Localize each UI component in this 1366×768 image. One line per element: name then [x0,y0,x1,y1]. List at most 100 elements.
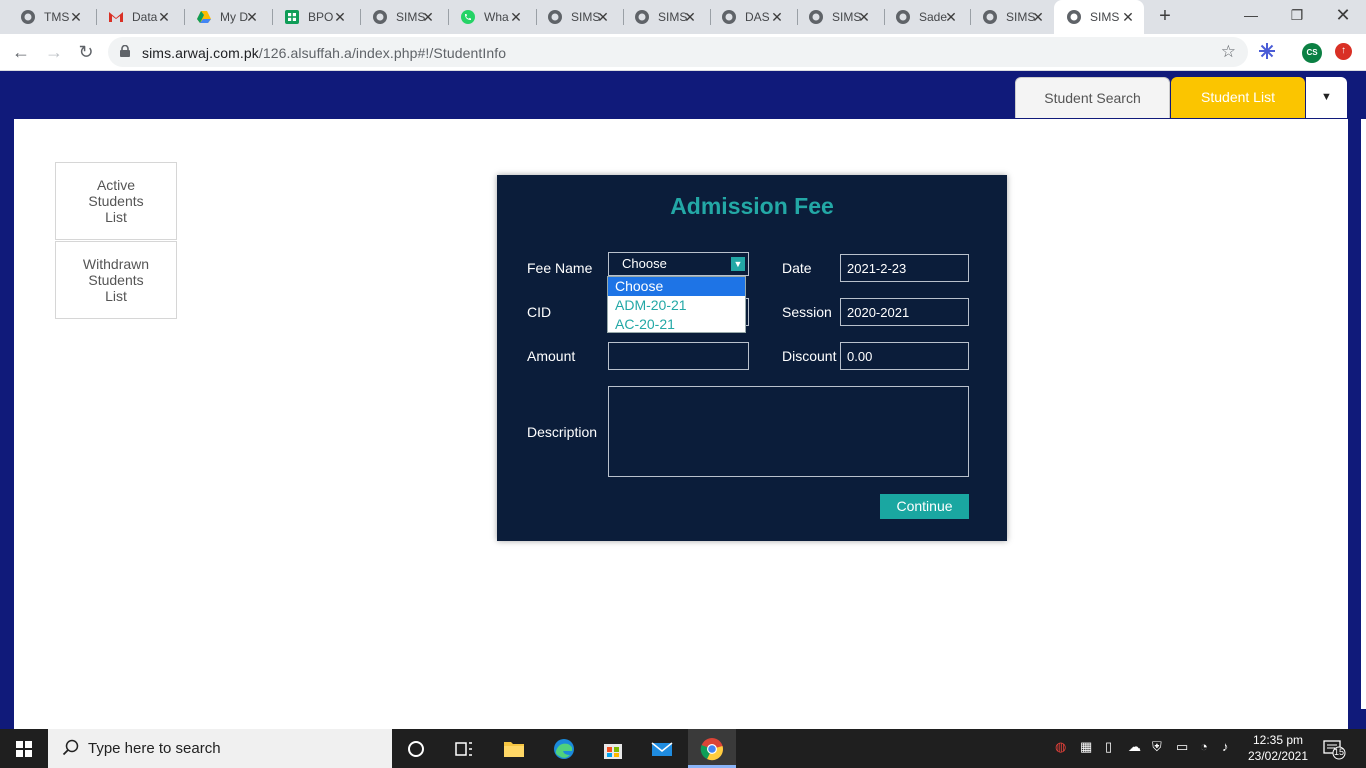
discount-label: Discount [782,348,837,364]
chevron-down-icon[interactable]: ▼ [731,257,745,271]
active-students-button[interactable]: Active Students List [55,162,177,240]
minimize-icon[interactable]: — [1228,0,1274,32]
clock-time: 12:35 pm [1252,733,1304,747]
description-label: Description [527,424,598,440]
restore-icon[interactable]: ❐ [1274,0,1320,32]
close-icon[interactable]: ✕ [68,9,84,25]
close-icon[interactable]: ✕ [769,9,785,25]
browser-tab[interactable]: SIMS ✕ [962,0,1054,34]
windows-start-icon[interactable] [0,729,48,768]
close-icon[interactable]: ✕ [1030,9,1046,25]
globe-icon [21,10,35,24]
close-icon[interactable]: ✕ [156,9,172,25]
close-icon[interactable]: ✕ [508,9,524,25]
globe-icon [548,10,562,24]
app-tray-icon[interactable]: ◍ [1055,739,1066,755]
battery-icon[interactable]: ▭ [1176,739,1188,755]
close-icon[interactable]: ✕ [682,9,698,25]
task-view-icon[interactable] [451,736,477,762]
wifi-icon[interactable]: ◔ [1200,739,1208,754]
clock-date: 23/02/2021 [1247,749,1309,763]
file-explorer-icon[interactable] [501,736,527,762]
profile-avatar[interactable]: CS [1302,43,1322,63]
volume-icon[interactable]: ♪ [1222,739,1229,754]
withdrawn-students-button[interactable]: Withdrawn Students List [55,241,177,319]
close-icon[interactable]: ✕ [244,9,260,25]
browser-tab[interactable]: SIMS ✕ [527,0,619,34]
url-domain: sims.arwaj.com.pk [142,45,259,61]
drive-icon [197,11,211,23]
close-window-icon[interactable]: ✕ [1320,0,1366,32]
admission-fee-modal: Admission Fee Fee Name Choose ▼ CID Amou… [497,175,1007,541]
security-icon[interactable]: ⛨ [1152,739,1162,755]
lock-icon [120,45,130,57]
tab-student-list[interactable]: Student List [1171,77,1305,118]
browser-tab[interactable]: BPO ✕ [264,0,356,34]
continue-button[interactable]: Continue [880,494,969,519]
clock[interactable]: 12:35 pm 23/02/2021 [1240,732,1316,764]
mail-icon[interactable] [649,736,675,762]
fee-option[interactable]: Choose [608,277,745,296]
browser-tab[interactable]: My D ✕ [176,0,268,34]
network-tray-icon[interactable]: ▦ [1080,739,1092,755]
url-text: sims.arwaj.com.pk/126.alsuffah.a/index.p… [142,45,506,61]
close-icon[interactable]: ✕ [420,9,436,25]
back-icon[interactable]: ← [11,42,31,62]
fee-option[interactable]: ADM-20-21 [608,296,745,315]
close-icon[interactable]: ✕ [332,9,348,25]
browser-tab[interactable]: Wha ✕ [440,0,532,34]
scrollbar[interactable] [1361,119,1366,709]
usb-icon[interactable]: ▯ [1105,739,1112,755]
notification-icon[interactable]: 15 [1322,738,1346,760]
close-icon[interactable]: ✕ [595,9,611,25]
globe-icon [1067,10,1081,24]
fee-name-selected: Choose [622,256,667,271]
browser-tab[interactable]: Data ✕ [88,0,180,34]
fee-name-select[interactable]: Choose ▼ [608,252,749,276]
update-icon[interactable]: ↑ [1335,43,1352,60]
browser-tab-active[interactable]: SIMS ✕ [1054,0,1144,34]
extension-icon[interactable] [1258,42,1276,60]
taskbar-search[interactable]: Type here to search [48,729,392,768]
notification-count: 15 [1334,747,1345,757]
fee-name-label: Fee Name [527,260,593,276]
globe-icon [983,10,997,24]
browser-tab[interactable]: TMS ✕ [0,0,92,34]
cid-label: CID [527,304,552,320]
amount-label: Amount [527,348,576,364]
browser-tab[interactable]: Sade ✕ [875,0,967,34]
globe-icon [373,10,387,24]
forward-icon[interactable]: → [44,42,64,62]
globe-icon [722,10,736,24]
cortana-icon[interactable] [403,736,429,762]
taskbar: Type here to search ◍ ▦ ▯ ☁ ⛨ ▭ ◔ ♪ 12:3… [0,729,1366,768]
browser-tab[interactable]: SIMS ✕ [788,0,880,34]
description-field[interactable] [608,386,969,477]
reload-icon[interactable]: ↻ [76,42,96,62]
tab-title: SIMS [1090,10,1120,24]
fee-option[interactable]: AC-20-21 [608,315,745,334]
page-frame-left [0,119,14,729]
close-icon[interactable]: ✕ [943,9,959,25]
search-placeholder: Type here to search [88,740,221,757]
session-field[interactable]: 2020-2021 [840,298,969,326]
browser-tab[interactable]: SIMS ✕ [614,0,706,34]
close-icon[interactable]: ✕ [1120,9,1136,25]
bookmark-star-icon[interactable]: ☆ [1221,42,1236,62]
close-icon[interactable]: ✕ [856,9,872,25]
chevron-down-icon[interactable]: ▼ [1306,77,1347,118]
address-bar[interactable]: sims.arwaj.com.pk/126.alsuffah.a/index.p… [108,37,1248,67]
discount-field[interactable]: 0.00 [840,342,969,370]
edge-icon[interactable] [551,736,577,762]
store-icon[interactable] [600,736,626,762]
date-field[interactable]: 2021-2-23 [840,254,969,282]
amount-field[interactable] [608,342,749,370]
browser-tab[interactable]: SIMS ✕ [352,0,444,34]
chrome-icon[interactable] [699,736,725,762]
tab-student-search[interactable]: Student Search [1015,77,1170,118]
sync-icon[interactable]: ☁ [1128,739,1141,755]
modal-title: Admission Fee [670,193,834,219]
browser-tab-strip: TMS ✕ Data ✕ My D ✕ BPO ✕ SIMS ✕ Wha ✕ S… [0,0,1366,34]
new-tab-button[interactable]: + [1154,5,1176,27]
browser-tab[interactable]: DAS ✕ [701,0,793,34]
